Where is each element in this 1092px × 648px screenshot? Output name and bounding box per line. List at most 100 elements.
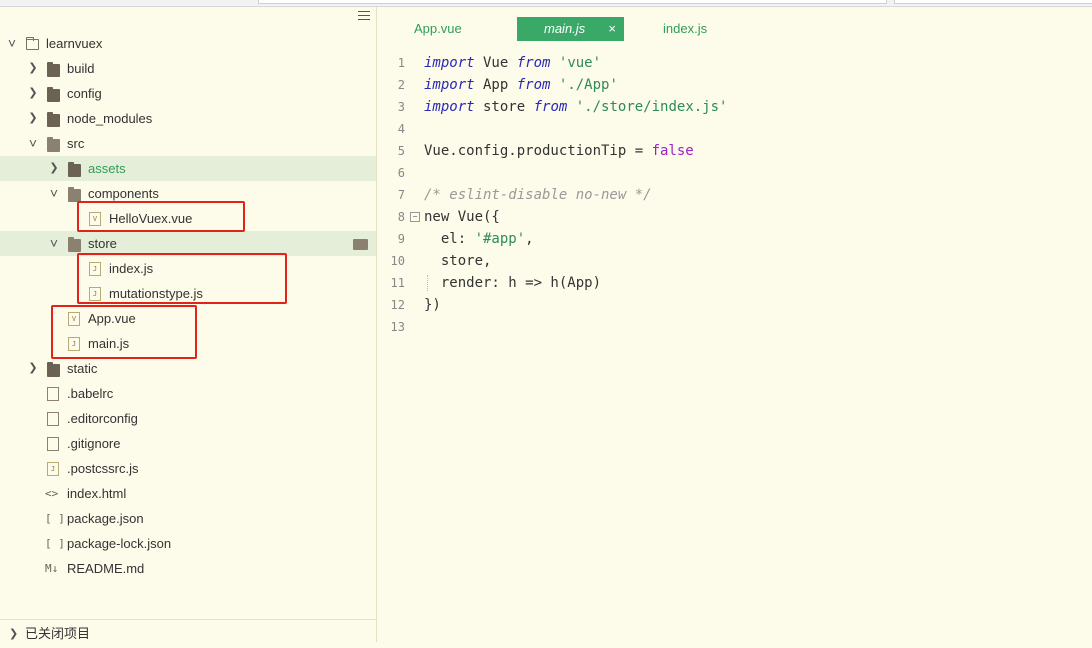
tree-item-packagejson[interactable]: [ ] package.json [0, 506, 376, 531]
js-file-icon: J [68, 337, 80, 351]
tree-item-label: .babelrc [67, 386, 114, 401]
tree-item-editorconfig[interactable]: .editorconfig [0, 406, 376, 431]
tree-item-label: build [67, 61, 95, 76]
code-text: }) [424, 297, 441, 313]
tree-item-label: src [67, 136, 85, 151]
chevron-right-icon[interactable]: ❯ [27, 56, 39, 81]
line-number: 12 [390, 298, 405, 312]
code-text: Vue.config.productionTip = false [424, 143, 694, 159]
line-number: 5 [397, 144, 405, 158]
tree-item-label: components [88, 186, 159, 201]
tree-item-label: node_modules [67, 111, 153, 126]
tree-item-label: main.js [88, 336, 130, 351]
file-tree: ˅ learnvuex ❯ build ❯ config ❯ node_modules ˅ src… [0, 31, 376, 581]
tree-item-label: static [67, 361, 98, 376]
file-icon [47, 437, 59, 451]
line-number: 1 [397, 56, 405, 70]
project-sidebar: ˅ learnvuex ❯ build ❯ config ❯ node_modules ˅ src… [0, 7, 377, 642]
js-file-icon: J [89, 287, 101, 301]
vue-file-icon: V [89, 212, 101, 226]
tree-item-node_modules[interactable]: ❯ node_modules [0, 106, 376, 131]
tab-app-vue[interactable]: App.vue [414, 17, 462, 41]
chevron-right-icon[interactable]: ❯ [27, 106, 39, 131]
tree-item-appvue[interactable]: V App.vue [0, 306, 376, 331]
file-icon [47, 412, 59, 426]
tree-item-mainjs[interactable]: Jmain.js [0, 331, 376, 356]
code-text: render: h => h(App) [424, 275, 602, 291]
folder-icon [47, 362, 60, 377]
chevron-down-icon[interactable]: ˅ [6, 31, 18, 56]
close-icon[interactable]: × [608, 17, 616, 41]
line-number: 3 [397, 100, 405, 114]
chevron-down-icon[interactable]: ˅ [48, 181, 60, 206]
tree-item-label: learnvuex [46, 36, 103, 51]
tree-item-store[interactable]: ˅ store [0, 231, 376, 256]
code-text: import Vue from 'vue' [424, 55, 602, 71]
folder-icon [26, 37, 39, 50]
code-editor: App.vue main.js × index.js 1 import Vue f… [377, 7, 1092, 642]
address-field[interactable] [258, 0, 887, 4]
closed-projects-section[interactable]: ❯ 已关闭项目 [0, 619, 376, 648]
closed-projects-label: 已关闭项目 [25, 626, 91, 641]
line-number: 2 [397, 78, 405, 92]
tree-item-hellovuex[interactable]: V HelloVuex.vue [0, 206, 376, 231]
json-file-icon: [ ] [45, 512, 65, 525]
chevron-down-icon[interactable]: ˅ [27, 131, 39, 156]
tree-item-label: mutationstype.js [109, 286, 203, 301]
chevron-right-icon[interactable]: ❯ [27, 356, 39, 381]
tree-item-build[interactable]: ❯ build [0, 56, 376, 81]
folder-icon [68, 187, 81, 202]
line-number: 8 [397, 210, 405, 224]
indent-guide [427, 275, 429, 291]
tree-item-readme[interactable]: M↓ README.md [0, 556, 376, 581]
line-number: 7 [397, 188, 405, 202]
chevron-right-icon[interactable]: ❯ [48, 156, 60, 181]
tree-item-label: package-lock.json [67, 536, 172, 551]
file-icon [47, 387, 59, 401]
tree-item-store_index[interactable]: Jindex.js [0, 256, 376, 281]
code-text: import store from './store/index.js' [424, 99, 728, 115]
tab-main-js[interactable]: main.js × [517, 17, 624, 41]
folder-icon [47, 112, 60, 127]
tree-item-label: HelloVuex.vue [109, 211, 193, 226]
tab-index-js[interactable]: index.js [663, 17, 707, 41]
line-number: 10 [390, 254, 405, 268]
folder-icon [68, 237, 81, 252]
code-text: store, [424, 253, 492, 269]
tree-item-mutationstype[interactable]: Jmutationstype.js [0, 281, 376, 306]
folder-icon [47, 87, 60, 102]
tree-item-learnvuex[interactable]: ˅ learnvuex [0, 31, 376, 56]
tree-item-indexhtml[interactable]: <> index.html [0, 481, 376, 506]
line-number: 6 [397, 166, 405, 180]
tree-item-babelrc[interactable]: .babelrc [0, 381, 376, 406]
chevron-down-icon[interactable]: ˅ [48, 231, 60, 256]
tree-item-label: index.html [67, 486, 127, 501]
tree-item-label: config [67, 86, 102, 101]
line-number: 13 [390, 320, 405, 334]
folder-icon [353, 239, 368, 250]
tree-item-components[interactable]: ˅ components [0, 181, 376, 206]
tree-item-label: index.js [109, 261, 154, 276]
tree-item-static[interactable]: ❯ static [0, 356, 376, 381]
tree-item-label: .postcssrc.js [67, 461, 139, 476]
hamburger-menu-icon[interactable] [358, 11, 370, 21]
line-number: 11 [390, 276, 405, 290]
chevron-right-icon: ❯ [9, 628, 19, 640]
tree-item-label: assets [88, 161, 126, 176]
tree-item-packagelock[interactable]: [ ] package-lock.json [0, 531, 376, 556]
tree-item-assets[interactable]: ❯ assets [0, 156, 376, 181]
code-text: /* eslint-disable no-new */ [424, 187, 652, 203]
tree-item-config[interactable]: ❯ config [0, 81, 376, 106]
tree-item-label: .gitignore [67, 436, 121, 451]
search-field[interactable] [894, 0, 1092, 4]
top-toolbar-strip [0, 0, 1092, 7]
tree-item-src[interactable]: ˅ src [0, 131, 376, 156]
chevron-right-icon[interactable]: ❯ [27, 81, 39, 106]
markdown-file-icon: M↓ [45, 562, 59, 575]
tree-item-gitignore[interactable]: .gitignore [0, 431, 376, 456]
fold-toggle-icon[interactable]: − [410, 212, 420, 222]
tree-item-postcssrc[interactable]: J .postcssrc.js [0, 456, 376, 481]
folder-icon [68, 162, 81, 177]
json-file-icon: [ ] [45, 537, 65, 550]
js-file-icon: J [89, 262, 101, 276]
